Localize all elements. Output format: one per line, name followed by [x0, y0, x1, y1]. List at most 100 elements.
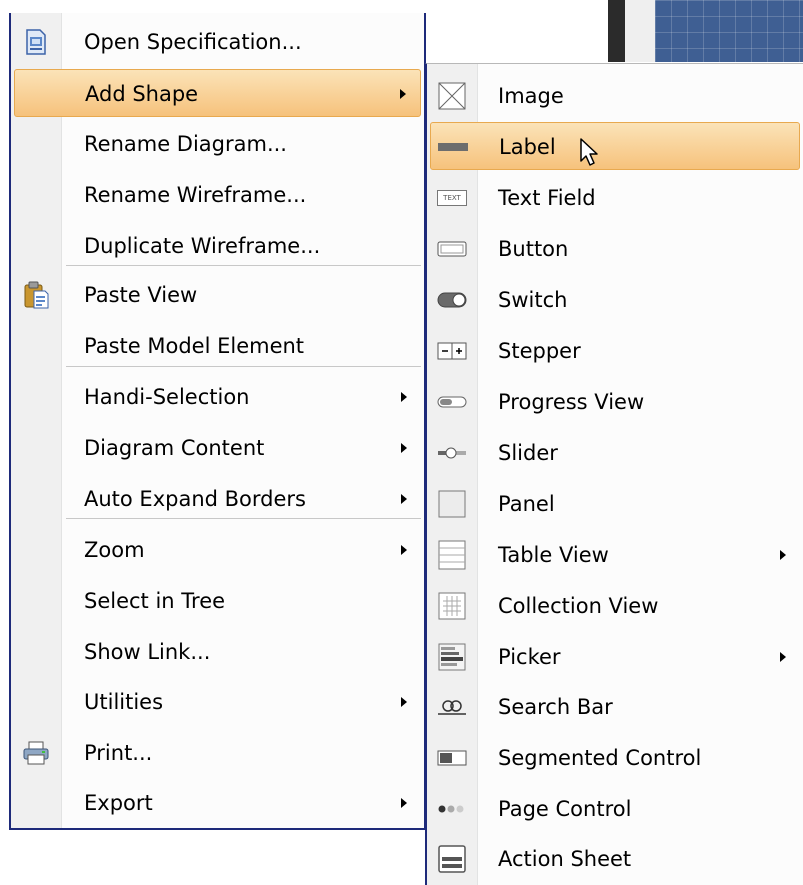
- slider-shape-icon: [437, 438, 467, 468]
- table-view-icon: [437, 540, 467, 570]
- menu-item-export[interactable]: Export: [14, 779, 421, 827]
- button-shape-icon: [437, 234, 467, 264]
- submenu-arrow-icon: [401, 494, 407, 504]
- menu-item-duplicate-wireframe[interactable]: Duplicate Wireframe...: [14, 222, 421, 270]
- menu-item-diagram-content[interactable]: Diagram Content: [14, 424, 421, 472]
- stepper-shape-icon: [437, 336, 467, 366]
- menu-item-label: Paste Model Element: [84, 334, 305, 358]
- progress-view-icon: [437, 387, 467, 417]
- clipboard-paste-icon: [21, 280, 51, 310]
- shape-item-panel[interactable]: Panel: [430, 480, 800, 528]
- menu-item-utilities[interactable]: Utilities: [14, 678, 421, 726]
- shape-item-search-bar[interactable]: Search Bar: [430, 683, 800, 731]
- submenu-arrow-icon: [401, 697, 407, 707]
- submenu-arrow-icon: [780, 550, 786, 560]
- shape-item-label: Segmented Control: [498, 746, 702, 770]
- label-shape-icon: [438, 132, 468, 162]
- panel-shape-icon: [437, 489, 467, 519]
- shape-item-label: Button: [498, 237, 569, 261]
- shape-item-label-shape[interactable]: Label: [430, 122, 800, 170]
- menu-item-rename-wireframe[interactable]: Rename Wireframe...: [14, 171, 421, 219]
- shape-item-button[interactable]: Button: [430, 225, 800, 273]
- shape-item-label: Panel: [498, 492, 555, 516]
- submenu-arrow-icon: [401, 798, 407, 808]
- menu-item-label: Utilities: [84, 690, 164, 714]
- menu-item-label: Zoom: [84, 538, 145, 562]
- shape-item-label: Switch: [498, 288, 568, 312]
- search-bar-icon: [437, 692, 467, 722]
- diagram-canvas-background: [425, 0, 803, 62]
- canvas-dark-strip: [608, 0, 625, 62]
- submenu-arrow-icon: [780, 652, 786, 662]
- shape-item-label: Slider: [498, 441, 558, 465]
- shape-item-label: Label: [499, 135, 556, 159]
- shape-item-label: Progress View: [498, 390, 645, 414]
- menu-item-label: Select in Tree: [84, 589, 226, 613]
- canvas-light-strip: [625, 0, 655, 62]
- submenu-arrow-icon: [401, 443, 407, 453]
- menu-item-label: Diagram Content: [84, 436, 265, 460]
- menu-item-show-link[interactable]: Show Link...: [14, 628, 421, 676]
- menu-item-handi-selection[interactable]: Handi-Selection: [14, 373, 421, 421]
- canvas-grid-area[interactable]: [655, 0, 803, 62]
- shape-item-page-control[interactable]: Page Control: [430, 785, 800, 833]
- shape-item-text-field[interactable]: TEXT Text Field: [430, 174, 800, 222]
- shape-item-label: Action Sheet: [498, 847, 632, 871]
- menu-item-label: Print...: [84, 741, 153, 765]
- open-specification-icon: [21, 27, 51, 57]
- shape-item-switch[interactable]: Switch: [430, 276, 800, 324]
- menu-item-label: Export: [84, 791, 153, 815]
- picker-shape-icon: [437, 642, 467, 672]
- menu-item-add-shape[interactable]: Add Shape: [14, 69, 421, 117]
- menu-item-auto-expand-borders[interactable]: Auto Expand Borders: [14, 475, 421, 523]
- menu-item-label: Rename Diagram...: [84, 132, 287, 156]
- add-shape-submenu: Image Label TEXT Text Field Button Switc…: [425, 63, 803, 885]
- shape-item-segmented-control[interactable]: Segmented Control: [430, 734, 800, 782]
- menu-item-print[interactable]: Print...: [14, 729, 421, 777]
- printer-icon: [21, 738, 51, 768]
- shape-item-table-view[interactable]: Table View: [430, 531, 800, 579]
- diagram-context-menu: Open Specification... Add Shape Rename D…: [9, 13, 426, 830]
- shape-item-label: Collection View: [498, 594, 659, 618]
- menu-item-rename-diagram[interactable]: Rename Diagram...: [14, 120, 421, 168]
- menu-item-label: Add Shape: [85, 82, 199, 106]
- menu-item-label: Open Specification...: [84, 30, 302, 54]
- menu-item-open-specification[interactable]: Open Specification...: [14, 18, 421, 66]
- shape-item-picker[interactable]: Picker: [430, 633, 800, 681]
- menu-separator: [66, 518, 421, 519]
- menu-item-label: Show Link...: [84, 640, 211, 664]
- menu-item-label: Rename Wireframe...: [84, 183, 307, 207]
- shape-item-label: Page Control: [498, 797, 632, 821]
- shape-item-collection-view[interactable]: Collection View: [430, 582, 800, 630]
- shape-item-slider[interactable]: Slider: [430, 429, 800, 477]
- mouse-cursor-icon: [579, 137, 603, 167]
- shape-item-label: Stepper: [498, 339, 581, 363]
- menu-item-label: Duplicate Wireframe...: [84, 234, 321, 258]
- menu-item-paste-view[interactable]: Paste View: [14, 271, 421, 319]
- menu-item-zoom[interactable]: Zoom: [14, 526, 421, 574]
- shape-item-label: Picker: [498, 645, 561, 669]
- shape-item-label: Table View: [498, 543, 609, 567]
- menu-separator: [66, 366, 421, 367]
- shape-item-label: Image: [498, 84, 564, 108]
- action-sheet-icon: [437, 844, 467, 874]
- submenu-arrow-icon: [401, 392, 407, 402]
- collection-view-icon: [437, 591, 467, 621]
- text-field-icon: TEXT: [437, 183, 467, 213]
- shape-item-action-sheet[interactable]: Action Sheet: [430, 835, 800, 883]
- segmented-control-icon: [437, 743, 467, 773]
- shape-item-stepper[interactable]: Stepper: [430, 327, 800, 375]
- shape-item-progress-view[interactable]: Progress View: [430, 378, 800, 426]
- shape-item-label: Text Field: [498, 186, 596, 210]
- submenu-arrow-icon: [401, 545, 407, 555]
- menu-item-label: Paste View: [84, 283, 198, 307]
- page-control-icon: [437, 794, 467, 824]
- menu-item-select-in-tree[interactable]: Select in Tree: [14, 577, 421, 625]
- shape-item-image[interactable]: Image: [430, 72, 800, 120]
- menu-separator: [66, 265, 421, 266]
- menu-item-paste-model-element[interactable]: Paste Model Element: [14, 322, 421, 370]
- shape-item-label: Search Bar: [498, 695, 613, 719]
- submenu-arrow-icon: [400, 89, 406, 99]
- image-placeholder-icon: [437, 81, 467, 111]
- menu-item-label: Handi-Selection: [84, 385, 250, 409]
